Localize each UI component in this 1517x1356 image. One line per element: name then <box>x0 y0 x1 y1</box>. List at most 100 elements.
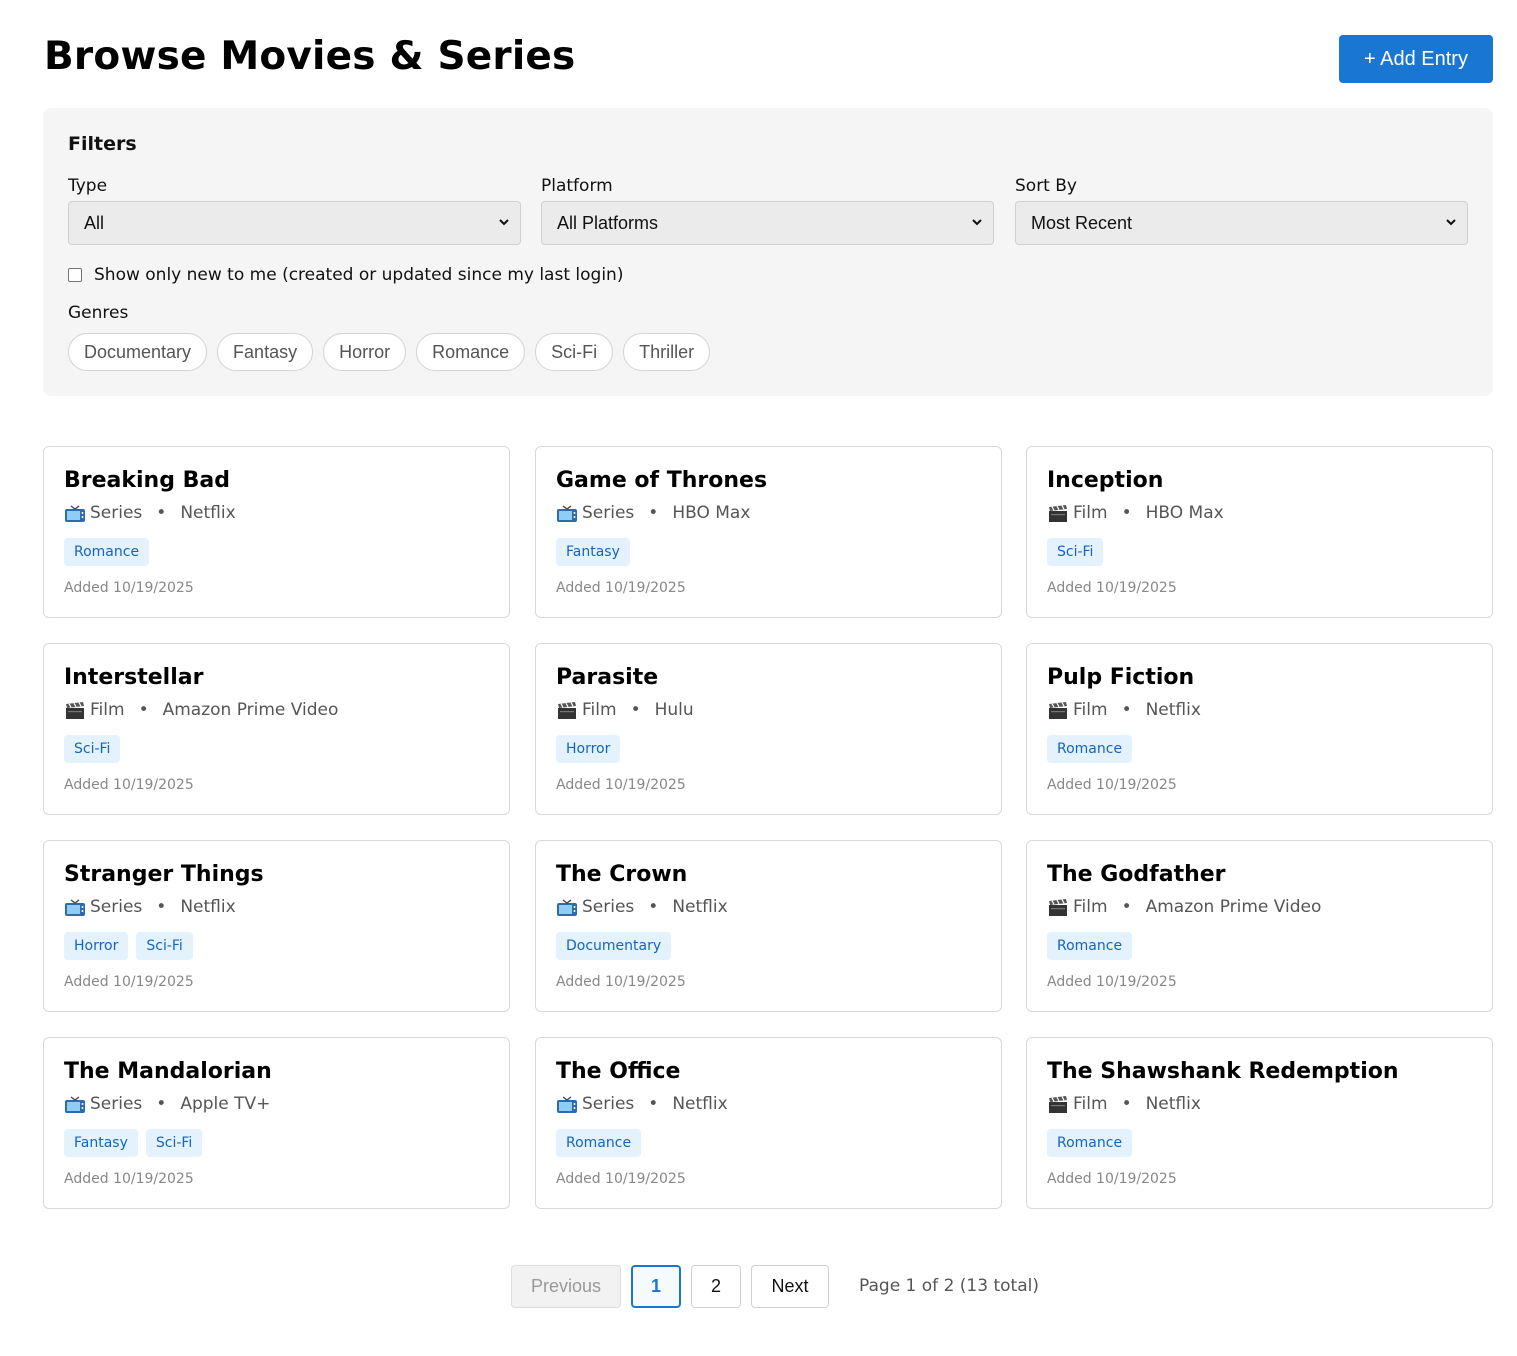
entry-platform: Netflix <box>672 897 728 917</box>
page-info: Page 1 of 2 (13 total) <box>859 1276 1039 1296</box>
entry-card[interactable]: The Mandalorian Series • Apple TV+ Fanta… <box>43 1037 510 1209</box>
type-select-value: All <box>84 212 105 233</box>
genre-pill-fantasy[interactable]: Fantasy <box>217 333 314 371</box>
sort-select[interactable]: Most Recent <box>1015 201 1468 245</box>
entry-meta: Series • HBO Max <box>556 503 750 523</box>
entry-meta: Film • Amazon Prime Video <box>64 700 338 720</box>
entry-card[interactable]: The Crown Series • Netflix Documentary A… <box>535 840 1002 1012</box>
genre-tag: Romance <box>556 1129 642 1157</box>
entry-added-date: Added 10/19/2025 <box>556 777 686 793</box>
entry-meta: Series • Apple TV+ <box>64 1094 270 1114</box>
clapperboard-icon <box>1047 702 1069 720</box>
clapperboard-icon <box>1047 505 1069 523</box>
entry-meta: Film • Netflix <box>1047 700 1201 720</box>
genre-pill-sci-fi[interactable]: Sci-Fi <box>535 333 614 371</box>
genre-tag: Romance <box>1047 735 1133 763</box>
entry-title[interactable]: Inception <box>1047 468 1163 493</box>
entry-platform: Amazon Prime Video <box>162 700 339 720</box>
platform-label: Platform <box>541 176 613 196</box>
entry-title[interactable]: Stranger Things <box>64 862 264 887</box>
entry-card[interactable]: Pulp Fiction Film • Netflix Romance Adde… <box>1026 643 1493 815</box>
tv-icon <box>556 505 578 523</box>
page-button-2[interactable]: 2 <box>691 1265 741 1308</box>
entry-type: Series <box>582 503 635 523</box>
entry-meta: Series • Netflix <box>556 897 728 917</box>
entry-added-date: Added 10/19/2025 <box>1047 777 1177 793</box>
entry-type: Film <box>1073 503 1108 523</box>
entry-title[interactable]: Parasite <box>556 665 658 690</box>
previous-button[interactable]: Previous <box>511 1265 621 1308</box>
genre-pill-documentary[interactable]: Documentary <box>68 333 208 371</box>
entry-type: Series <box>582 1094 635 1114</box>
next-button[interactable]: Next <box>751 1265 829 1308</box>
entry-meta: Film • Netflix <box>1047 1094 1201 1114</box>
entry-title[interactable]: Pulp Fiction <box>1047 665 1194 690</box>
genre-tag: Sci-Fi <box>145 1129 203 1157</box>
page-button-1[interactable]: 1 <box>631 1265 681 1308</box>
tv-icon <box>556 899 578 917</box>
separator-dot: • <box>156 897 167 917</box>
separator-dot: • <box>1121 503 1132 523</box>
separator-dot: • <box>1121 700 1132 720</box>
entry-card[interactable]: The Shawshank Redemption Film • Netflix … <box>1026 1037 1493 1209</box>
entry-added-date: Added 10/19/2025 <box>1047 1171 1177 1187</box>
entry-title[interactable]: Interstellar <box>64 665 203 690</box>
new-only-label[interactable]: Show only new to me (created or updated … <box>94 265 623 285</box>
clapperboard-icon <box>1047 899 1069 917</box>
add-entry-button[interactable]: + Add Entry <box>1339 35 1493 83</box>
clapperboard-icon <box>64 702 86 720</box>
entry-title[interactable]: The Godfather <box>1047 862 1226 887</box>
platform-select[interactable]: All Platforms <box>541 201 994 245</box>
genre-pill-romance[interactable]: Romance <box>416 333 526 371</box>
entry-tags: Sci-Fi <box>1047 538 1104 566</box>
entry-platform: HBO Max <box>1145 503 1224 523</box>
sort-select-value: Most Recent <box>1031 212 1133 233</box>
entry-title[interactable]: The Crown <box>556 862 687 887</box>
separator-dot: • <box>648 897 659 917</box>
entry-platform: Netflix <box>1145 1094 1201 1114</box>
entry-meta: Film • Amazon Prime Video <box>1047 897 1321 917</box>
entry-tags: Romance <box>64 538 150 566</box>
entry-meta: Film • Hulu <box>556 700 694 720</box>
type-select[interactable]: All <box>68 201 521 245</box>
entry-card[interactable]: Inception Film • HBO Max Sci-Fi Added 10… <box>1026 446 1493 618</box>
entry-meta: Series • Netflix <box>556 1094 728 1114</box>
genre-tag: Romance <box>1047 1129 1133 1157</box>
entry-card[interactable]: The Office Series • Netflix Romance Adde… <box>535 1037 1002 1209</box>
clapperboard-icon <box>1047 1096 1069 1114</box>
new-only-row: Show only new to me (created or updated … <box>68 265 623 285</box>
type-label: Type <box>68 176 108 196</box>
separator-dot: • <box>648 1094 659 1114</box>
entry-card[interactable]: Interstellar Film • Amazon Prime Video S… <box>43 643 510 815</box>
entry-card[interactable]: Breaking Bad Series • Netflix Romance Ad… <box>43 446 510 618</box>
sort-label: Sort By <box>1015 176 1077 196</box>
separator-dot: • <box>630 700 641 720</box>
entry-added-date: Added 10/19/2025 <box>64 1171 194 1187</box>
entry-title[interactable]: The Office <box>556 1059 680 1084</box>
entry-title[interactable]: Game of Thrones <box>556 468 767 493</box>
entry-title[interactable]: Breaking Bad <box>64 468 230 493</box>
entry-card[interactable]: Parasite Film • Hulu Horror Added 10/19/… <box>535 643 1002 815</box>
entry-added-date: Added 10/19/2025 <box>64 580 194 596</box>
entry-platform: Apple TV+ <box>180 1094 271 1114</box>
entry-added-date: Added 10/19/2025 <box>556 974 686 990</box>
genre-tag: Romance <box>64 538 150 566</box>
entry-type: Film <box>582 700 617 720</box>
entry-platform: Hulu <box>654 700 694 720</box>
entry-title[interactable]: The Shawshank Redemption <box>1047 1059 1399 1084</box>
entry-added-date: Added 10/19/2025 <box>556 1171 686 1187</box>
separator-dot: • <box>648 503 659 523</box>
entry-meta: Series • Netflix <box>64 897 236 917</box>
entry-card[interactable]: Game of Thrones Series • HBO Max Fantasy… <box>535 446 1002 618</box>
entry-card[interactable]: Stranger Things Series • Netflix Horror S… <box>43 840 510 1012</box>
entry-card[interactable]: The Godfather Film • Amazon Prime Video … <box>1026 840 1493 1012</box>
chevron-down-icon <box>1446 219 1456 226</box>
separator-dot: • <box>156 1094 167 1114</box>
genre-pill-thriller[interactable]: Thriller <box>623 333 711 371</box>
genre-pill-horror[interactable]: Horror <box>323 333 407 371</box>
entry-type: Film <box>1073 1094 1108 1114</box>
new-only-checkbox[interactable] <box>68 268 82 282</box>
separator-dot: • <box>1121 1094 1132 1114</box>
entry-title[interactable]: The Mandalorian <box>64 1059 272 1084</box>
entry-added-date: Added 10/19/2025 <box>556 580 686 596</box>
